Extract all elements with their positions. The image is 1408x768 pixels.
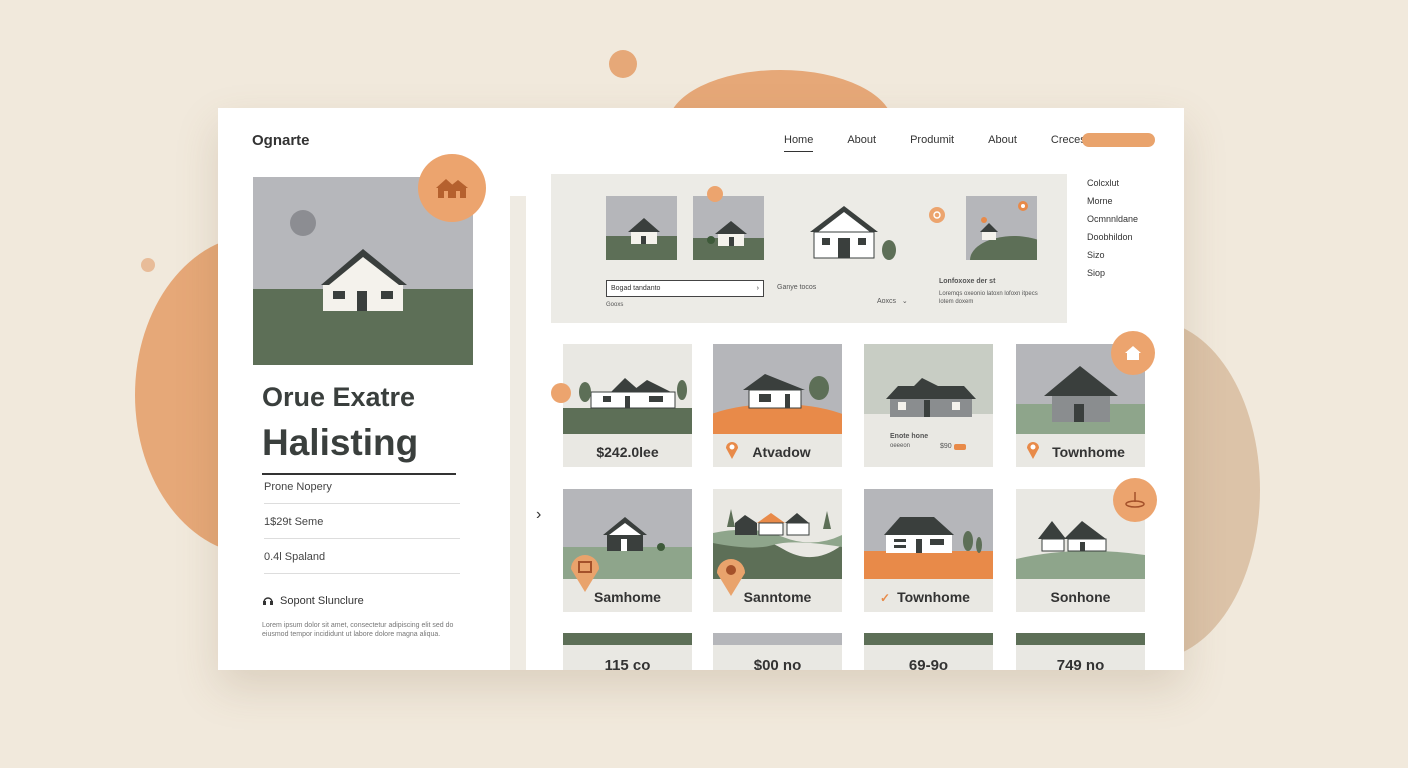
house-illustration xyxy=(693,221,764,260)
check-icon: ✓ xyxy=(880,591,891,605)
home-icon-badge[interactable] xyxy=(418,154,486,222)
house-icon xyxy=(1125,346,1141,360)
home-icon-badge[interactable] xyxy=(1111,331,1155,375)
card-title: Atvadow xyxy=(752,444,811,460)
card-small-sub: oeeeon xyxy=(890,443,911,449)
headset-icon xyxy=(263,597,273,605)
app-window: Ognarte Home About Produmit About Creces xyxy=(218,108,1184,670)
listing-card[interactable]: Sanntome xyxy=(713,489,842,612)
feature-panel: Bogad tandanto › Ganye tocos Gooxs Aoxcs… xyxy=(551,174,1067,323)
listing-card[interactable]: Townhome ✓ xyxy=(864,489,993,612)
price-card[interactable]: 69-9o xyxy=(864,633,993,670)
price-card-band xyxy=(864,633,993,645)
nav-creces[interactable]: Creces xyxy=(1051,134,1086,152)
side-menu-item[interactable]: Ocmnnldane xyxy=(1087,214,1138,224)
sort-select[interactable]: Aoxcs ⌄ xyxy=(877,297,908,305)
house-illustration xyxy=(606,218,677,260)
chevron-right-icon: › xyxy=(756,285,759,292)
hero-title-line2: Halisting xyxy=(262,422,419,463)
house-illustration xyxy=(563,344,692,434)
side-menu-item[interactable]: Sizo xyxy=(1087,250,1138,260)
mini-label: Ganye tocos xyxy=(777,284,817,291)
price-tag xyxy=(954,444,966,450)
search-placeholder: Bogad tandanto xyxy=(611,285,661,292)
description-text: Lorem ipsum dolor sit amet, consectetur … xyxy=(262,622,454,638)
feature-thumb[interactable] xyxy=(693,196,764,260)
house-illustration xyxy=(864,344,993,434)
meta-property: Prone Nopery xyxy=(264,481,460,504)
tag-icon xyxy=(1125,492,1145,508)
price-value: 749 no xyxy=(1056,657,1105,670)
location-dot xyxy=(551,383,571,403)
search-input[interactable]: Bogad tandanto › xyxy=(606,280,764,297)
hero-title-line1: Orue Exatre xyxy=(262,382,416,412)
caption-title: Lonfoxoxe der st xyxy=(939,278,996,285)
refresh-icon[interactable] xyxy=(929,207,945,223)
price-card[interactable]: 749 no xyxy=(1016,633,1145,670)
card-small-price: $90 xyxy=(940,443,952,450)
decor-dot xyxy=(609,50,637,78)
house-icon xyxy=(436,179,468,198)
listing-card[interactable]: $242.0lee xyxy=(563,344,692,467)
house-illustration xyxy=(713,344,842,434)
card-title: Sonhone xyxy=(1050,589,1111,605)
listing-card[interactable]: Enote hone oeeeon $90 xyxy=(864,344,993,467)
chevron-right-icon[interactable]: › xyxy=(536,506,541,524)
feature-thumb[interactable] xyxy=(966,196,1037,260)
card-title: Samhome xyxy=(594,589,661,605)
location-pin-icon xyxy=(571,555,599,592)
column-divider xyxy=(510,196,526,670)
top-nav: Home About Produmit About Creces xyxy=(784,134,1086,152)
house-illustration xyxy=(864,489,993,579)
price-card[interactable]: $00 no xyxy=(713,633,842,670)
support-link[interactable]: Sopont Slunclure xyxy=(262,594,364,608)
price-card-band xyxy=(713,633,842,645)
side-menu-item[interactable]: Siop xyxy=(1087,268,1138,278)
select-label: Aoxcs xyxy=(877,298,897,305)
price-card-band xyxy=(563,633,692,645)
nav-about-2[interactable]: About xyxy=(988,134,1017,152)
price-value: $00 no xyxy=(753,657,802,670)
card-title: Sanntome xyxy=(743,589,812,605)
price-card-band xyxy=(1016,633,1145,645)
sub-label: Gooxs xyxy=(606,302,624,308)
listing-card[interactable]: Samhome xyxy=(563,489,692,612)
card-title: Townhome xyxy=(1052,444,1125,460)
meta-size: 1$29t Seme xyxy=(264,516,460,539)
house-illustration xyxy=(970,201,1037,260)
card-price: $242.0lee xyxy=(596,444,659,460)
side-menu-item[interactable]: Morne xyxy=(1087,196,1138,206)
nav-cta-button[interactable] xyxy=(1082,133,1155,147)
price-value: 69-9o xyxy=(908,657,949,670)
house-illustration xyxy=(810,206,896,260)
side-menu-item[interactable]: Doobhildon xyxy=(1087,232,1138,242)
nav-product[interactable]: Produmit xyxy=(910,134,954,152)
decor-dot xyxy=(141,258,155,272)
tag-icon-badge[interactable] xyxy=(1113,478,1157,522)
title-underline xyxy=(262,473,456,475)
brand-logo[interactable]: Ognarte xyxy=(252,132,310,149)
listing-card[interactable]: Atvadow xyxy=(713,344,842,467)
notification-dot xyxy=(707,186,723,202)
card-small-title: Enote hone xyxy=(890,433,929,440)
caption-text: Loremqs oxeonio latoxn lofoxn itpecs lot… xyxy=(939,291,1038,305)
side-menu-item[interactable]: Colcxlut xyxy=(1087,178,1138,188)
price-value: 115 co xyxy=(604,657,651,670)
support-label: Sopont Slunclure xyxy=(280,595,364,607)
meta-location: 0.4l Spaland xyxy=(264,551,460,574)
side-menu: Colcxlut Morne Ocmnnldane Doobhildon Siz… xyxy=(1087,178,1138,278)
feature-thumb[interactable] xyxy=(606,196,677,260)
price-card[interactable]: 115 co xyxy=(563,633,692,670)
nav-about[interactable]: About xyxy=(847,134,876,152)
nav-home[interactable]: Home xyxy=(784,134,814,152)
